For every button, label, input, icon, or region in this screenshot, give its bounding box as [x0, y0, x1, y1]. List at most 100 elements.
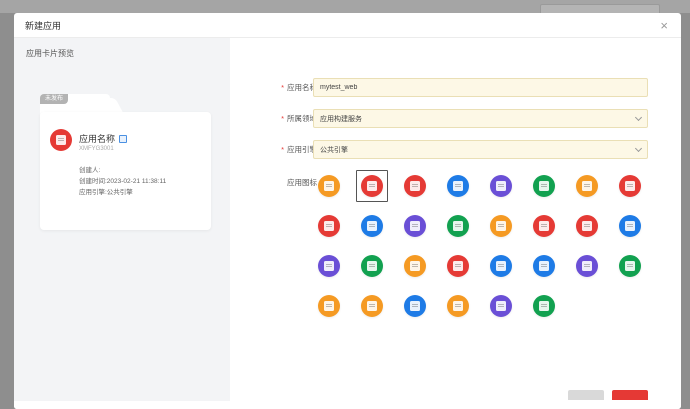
close-icon[interactable]: × — [660, 19, 668, 32]
icon-option[interactable] — [313, 290, 345, 322]
icon-option-circle — [490, 215, 512, 237]
icon-option-circle — [533, 295, 555, 317]
engine-label: * 应用引擎 — [281, 145, 317, 154]
icon-option-circle — [576, 215, 598, 237]
icon-option[interactable] — [485, 210, 517, 242]
icon-option-circle — [318, 255, 340, 277]
report-icon — [324, 261, 334, 271]
preview-title: 应用卡片预览 — [26, 49, 74, 58]
domain-selected-value: 应用构建服务 — [320, 115, 362, 123]
icon-option[interactable] — [442, 210, 474, 242]
image-icon — [367, 181, 377, 191]
icon-option-circle — [361, 215, 383, 237]
icon-option[interactable] — [528, 210, 560, 242]
icon-option-circle — [318, 215, 340, 237]
toolbox-icon — [410, 221, 420, 231]
icon-option[interactable] — [485, 290, 517, 322]
icon-option[interactable] — [614, 170, 646, 202]
icon-option[interactable] — [571, 170, 603, 202]
icon-option[interactable] — [528, 250, 560, 282]
flag-icon — [539, 221, 549, 231]
doc-gear-icon — [539, 181, 549, 191]
name-field-wrapper — [313, 78, 648, 97]
engine-select[interactable]: 公共引擎 — [313, 140, 648, 159]
icon-option-circle — [404, 175, 426, 197]
form-row-domain: * 所属领域 应用构建服务 — [230, 109, 681, 128]
icon-option-circle — [318, 175, 340, 197]
icon-option-circle — [533, 255, 555, 277]
icon-option[interactable] — [442, 250, 474, 282]
icon-option[interactable] — [399, 210, 431, 242]
file-icon — [410, 261, 420, 271]
icon-option[interactable] — [528, 170, 560, 202]
icon-option[interactable] — [485, 170, 517, 202]
icon-option-circle — [619, 255, 641, 277]
form-icon — [410, 301, 420, 311]
edit-doc-icon — [410, 181, 420, 191]
edit-icon[interactable] — [119, 134, 128, 143]
icon-option-circle — [447, 295, 469, 317]
icon-option-circle — [361, 255, 383, 277]
domain-select[interactable]: 应用构建服务 — [313, 109, 648, 128]
cancel-button[interactable] — [568, 390, 604, 400]
icon-option-circle — [361, 295, 383, 317]
clipboard-user-icon — [496, 221, 506, 231]
icon-option[interactable] — [442, 170, 474, 202]
database-icon — [496, 261, 506, 271]
icon-option-circle — [576, 175, 598, 197]
bar-chart-icon — [367, 301, 377, 311]
app-name-input[interactable] — [320, 84, 641, 91]
form-row-name: * 应用名称 — [230, 78, 681, 97]
spreadsheet-icon — [539, 301, 549, 311]
icon-option[interactable] — [528, 290, 560, 322]
card-created-time: 创建时间:2023-02-21 11:38:11 — [79, 178, 167, 185]
icon-option[interactable] — [399, 290, 431, 322]
card-app-name: 应用名称 — [79, 132, 128, 145]
icon-option[interactable] — [356, 170, 388, 202]
new-app-dialog: 新建应用 × 应用卡片预览 应用名称 XMFYG3001 创建人: 创建时间:2… — [14, 13, 681, 409]
app-card-preview: 应用名称 XMFYG3001 创建人: 创建时间:2023-02-21 11:3… — [40, 112, 211, 230]
icon-option-circle — [490, 295, 512, 317]
icon-option-circle — [490, 175, 512, 197]
name-label: * 应用名称 — [281, 83, 317, 92]
icon-option-circle — [619, 175, 641, 197]
dialog-footer — [14, 401, 681, 409]
engine-selected-value: 公共引擎 — [320, 146, 348, 154]
icon-option[interactable] — [614, 210, 646, 242]
domain-label: * 所属领域 — [281, 114, 317, 123]
card-app-icon — [50, 129, 72, 151]
confirm-button[interactable] — [612, 390, 648, 400]
icon-option-circle — [318, 295, 340, 317]
icon-option-circle — [447, 215, 469, 237]
icon-option[interactable] — [313, 250, 345, 282]
bookmark-icon — [625, 181, 635, 191]
card-app-code: XMFYG3001 — [79, 146, 114, 152]
icon-option[interactable] — [571, 250, 603, 282]
checklist-icon — [496, 181, 506, 191]
doc-search-icon — [453, 181, 463, 191]
card-preview-pane: 应用卡片预览 应用名称 XMFYG3001 创建人: 创建时间:2023-02-… — [14, 38, 230, 409]
form-row-engine: * 应用引擎 公共引擎 — [230, 140, 681, 159]
icon-option[interactable] — [356, 290, 388, 322]
image-icon — [56, 135, 66, 145]
app-form: *应用名称 *所属领域 应用构建服务 *应用引擎 公共引擎 应用图 — [230, 38, 681, 409]
icon-option[interactable] — [313, 170, 345, 202]
note-icon — [625, 261, 635, 271]
icon-option-circle — [533, 215, 555, 237]
icon-option[interactable] — [399, 170, 431, 202]
icon-option[interactable] — [356, 250, 388, 282]
clipboard-icon — [582, 181, 592, 191]
icon-option[interactable] — [442, 290, 474, 322]
dialog-header: 新建应用 × — [14, 13, 681, 38]
icon-option[interactable] — [571, 210, 603, 242]
card-app-name-text: 应用名称 — [79, 134, 116, 144]
stats-icon — [453, 301, 463, 311]
icon-option[interactable] — [485, 250, 517, 282]
icon-option[interactable] — [614, 250, 646, 282]
icon-option[interactable] — [356, 210, 388, 242]
icon-option-circle — [404, 255, 426, 277]
list-icon — [625, 221, 635, 231]
icon-option[interactable] — [399, 250, 431, 282]
box-icon — [496, 301, 506, 311]
icon-option[interactable] — [313, 210, 345, 242]
